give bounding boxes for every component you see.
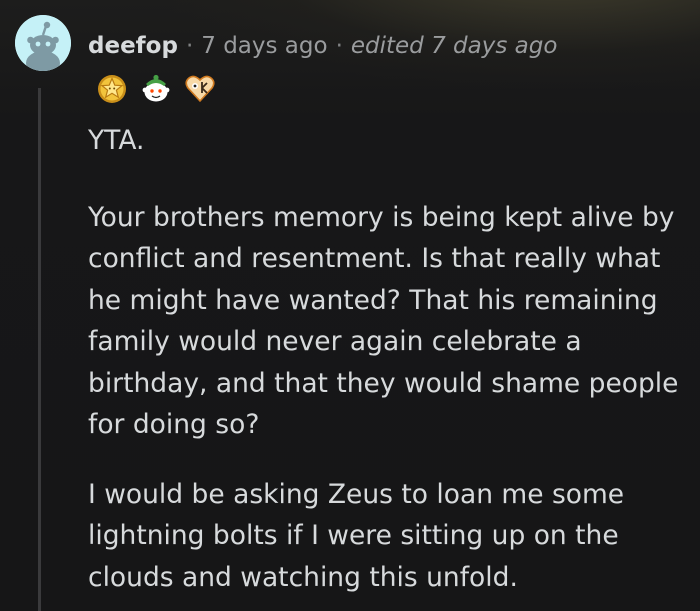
user-avatar[interactable] [15, 15, 71, 71]
snoo-avatar-icon [15, 15, 71, 71]
heart-award-icon[interactable] [184, 72, 216, 104]
comment-meta: deefop · 7 days ago · edited 7 days ago [88, 30, 557, 62]
comment: deefop · 7 days ago · edited 7 days ago [0, 0, 700, 611]
edited-label: edited 7 days ago [350, 33, 558, 59]
username-link[interactable]: deefop [88, 33, 178, 59]
comment-body: YTA. Your brothers memory is being kept … [88, 120, 688, 598]
comment-paragraph: Your brothers memory is being kept alive… [88, 201, 679, 441]
snoo-award-icon[interactable] [140, 72, 172, 104]
star-award-icon[interactable] [96, 72, 128, 104]
timestamp-link[interactable]: 7 days ago [201, 33, 327, 59]
separator-dot: · [185, 33, 194, 59]
comment-paragraph: YTA. [88, 125, 145, 156]
comment-paragraph: I would be asking Zeus to loan me some l… [88, 478, 625, 593]
separator-dot: · [335, 33, 343, 59]
awards-row [96, 70, 216, 106]
thread-collapse-line[interactable] [38, 88, 41, 611]
